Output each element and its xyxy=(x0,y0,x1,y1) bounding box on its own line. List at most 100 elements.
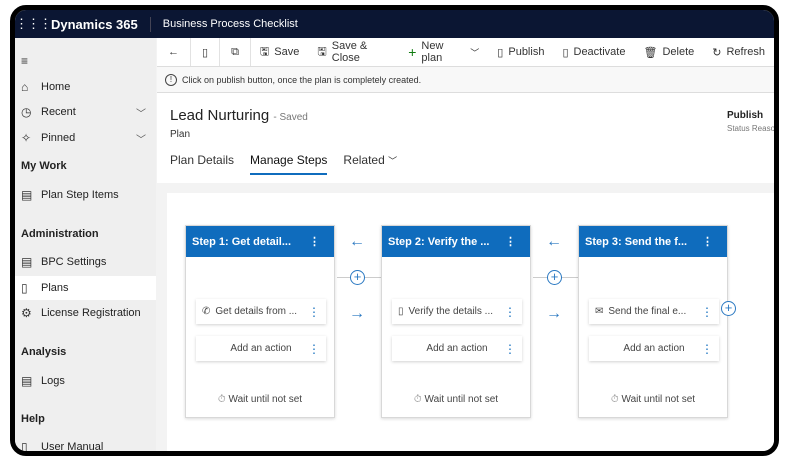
notification-text: Click on publish button, once the plan i… xyxy=(182,74,422,85)
section-analysis: Analysis xyxy=(21,346,67,358)
chevron-down-icon[interactable]: ﹀ xyxy=(136,131,146,146)
add-step-plus-icon[interactable]: + xyxy=(350,270,365,285)
tab-manage-steps[interactable]: Manage Steps xyxy=(250,153,328,175)
publish-button[interactable]: ▯ Publish xyxy=(488,38,553,66)
more-options-icon[interactable]: ⋮ xyxy=(308,305,320,319)
step-title: Step 1: Get detail... xyxy=(192,235,292,248)
book-icon: ▯ xyxy=(21,440,28,454)
tab-related[interactable]: Related ﹀ xyxy=(343,153,397,175)
document-icon: ▯ xyxy=(398,306,404,317)
add-action-button[interactable]: Add an action ⋮ xyxy=(589,336,719,361)
document-icon: ▯ xyxy=(21,281,28,295)
save-icon: 🖫 xyxy=(259,45,270,58)
phone-icon: ✆ xyxy=(202,306,211,317)
plus-icon: + xyxy=(408,44,417,60)
sidebar-item-plans[interactable]: ▯ Plans xyxy=(15,276,156,300)
new-plan-button[interactable]: + New plan ﹀ xyxy=(399,38,488,66)
action-item[interactable]: ✉ Send the final e... ⋮ xyxy=(589,299,719,324)
refresh-button[interactable]: ↻ Refresh xyxy=(703,38,774,66)
clock-icon: ◷ xyxy=(21,105,32,119)
move-right-arrow-icon[interactable]: → xyxy=(546,305,562,323)
sidebar-item-license-registration[interactable]: ⚙ License Registration xyxy=(15,301,156,325)
section-my-work: My Work xyxy=(21,160,67,172)
sidebar-item-user-manual[interactable]: ▯ User Manual xyxy=(15,435,156,454)
sidebar-item-home[interactable]: ⌂ Home xyxy=(15,75,156,99)
sidebar-item-bpc-settings[interactable]: ▤ BPC Settings xyxy=(15,250,156,274)
clock-icon: ⏱ xyxy=(610,394,619,405)
step-card[interactable]: Step 2: Verify the ... ⋮ ▯ Verify the deta… xyxy=(381,225,531,418)
clock-icon: ⏱ xyxy=(413,394,422,405)
save-status: - Saved xyxy=(273,112,308,123)
sidebar: ≡ ⌂ Home ◷ Recent ﹀ ✧ Pinned ﹀ My Work ▤ Plan … xyxy=(15,38,156,451)
clock-icon: ⏱ xyxy=(217,394,226,405)
deactivate-icon: ▯ xyxy=(562,46,569,59)
sidebar-item-plan-step-items[interactable]: ▤ Plan Step Items xyxy=(15,183,156,207)
more-options-icon[interactable]: ⋮ xyxy=(309,235,320,248)
step-card[interactable]: Step 1: Get detail... ⋮ ✆ Get details from… xyxy=(185,225,335,418)
add-action-button[interactable]: Add an action ⋮ xyxy=(196,336,326,361)
more-options-icon[interactable]: ⋮ xyxy=(701,305,713,319)
move-left-arrow-icon[interactable]: ← xyxy=(546,233,562,251)
notification-bar: ! Click on publish button, once the plan… xyxy=(157,67,774,93)
more-options-icon[interactable]: ⋮ xyxy=(504,342,516,356)
app-name[interactable]: Business Process Checklist xyxy=(151,18,298,30)
step-card[interactable]: Step 3: Send the f... ⋮ ✉ Send the final e… xyxy=(578,225,728,418)
command-bar: ← ▯ ⧉ 🖫 Save 🖫 Save & Close + New plan ﹀ ▯ Pu… xyxy=(157,38,774,67)
back-button[interactable]: ← xyxy=(157,38,191,66)
record-icon-button[interactable]: ▯ xyxy=(191,38,221,66)
step-header[interactable]: Step 2: Verify the ... ⋮ xyxy=(382,226,530,257)
save-button[interactable]: 🖫 Save xyxy=(251,38,308,66)
action-item[interactable]: ▯ Verify the details ... ⋮ xyxy=(392,299,522,324)
sidebar-item-pinned[interactable]: ✧ Pinned ﹀ xyxy=(15,126,156,150)
section-help: Help xyxy=(21,413,45,425)
entity-name: Plan xyxy=(170,129,191,140)
wait-condition[interactable]: ⏱ Wait until not set xyxy=(186,394,334,405)
save-close-button[interactable]: 🖫 Save & Close xyxy=(308,38,399,66)
sidebar-item-recent[interactable]: ◷ Recent ﹀ xyxy=(15,100,156,124)
gear-icon: ⚙ xyxy=(21,306,32,320)
app-window: ⋮⋮⋮ Dynamics 365 Business Process Checkl… xyxy=(10,5,779,456)
step-title: Step 3: Send the f... xyxy=(585,235,688,248)
publish-icon: ▯ xyxy=(497,46,504,59)
status-label: Status Reason xyxy=(727,124,779,133)
more-options-icon[interactable]: ⋮ xyxy=(701,342,713,356)
sidebar-item-logs[interactable]: ▤ Logs xyxy=(15,369,156,393)
wait-condition[interactable]: ⏱ Wait until not set xyxy=(579,394,727,405)
more-options-icon[interactable]: ⋮ xyxy=(702,235,713,248)
more-options-icon[interactable]: ⋮ xyxy=(505,235,516,248)
add-step-plus-icon[interactable]: + xyxy=(547,270,562,285)
brand[interactable]: Dynamics 365 xyxy=(51,16,151,32)
chevron-down-icon: ﹀ xyxy=(388,156,398,166)
list-icon: ▤ xyxy=(21,188,33,202)
tab-list: Plan Details Manage Steps Related ﹀ xyxy=(170,153,397,175)
wait-condition[interactable]: ⏱ Wait until not set xyxy=(382,394,530,405)
mail-icon: ✉ xyxy=(595,306,604,317)
deactivate-button[interactable]: ▯ Deactivate xyxy=(553,38,634,66)
step-header[interactable]: Step 1: Get detail... ⋮ xyxy=(186,226,334,257)
add-step-plus-icon[interactable]: + xyxy=(721,301,736,316)
page-title: Lead Nurturing - Saved xyxy=(170,107,308,124)
app-launcher-icon[interactable]: ⋮⋮⋮ xyxy=(15,16,52,32)
info-icon: ! xyxy=(165,73,177,86)
move-left-arrow-icon[interactable]: ← xyxy=(349,233,365,251)
home-icon: ⌂ xyxy=(21,80,29,94)
section-administration: Administration xyxy=(21,228,99,240)
add-action-button[interactable]: Add an action ⋮ xyxy=(392,336,522,361)
save-close-icon: 🖫 xyxy=(317,45,327,58)
chevron-down-icon[interactable]: ﹀ xyxy=(470,46,479,59)
steps-canvas: Step 1: Get detail... ⋮ ✆ Get details from… xyxy=(167,193,774,451)
delete-button[interactable]: 🗑 Delete xyxy=(634,38,703,66)
more-options-icon[interactable]: ⋮ xyxy=(308,342,320,356)
hamburger-menu-icon[interactable]: ≡ xyxy=(15,49,156,73)
refresh-icon: ↻ xyxy=(712,46,722,59)
status-value: Publish xyxy=(727,110,764,121)
action-item[interactable]: ✆ Get details from ... ⋮ xyxy=(196,299,326,324)
step-header[interactable]: Step 3: Send the f... ⋮ xyxy=(579,226,727,257)
pin-icon: ✧ xyxy=(21,131,32,145)
move-right-arrow-icon[interactable]: → xyxy=(349,305,365,323)
open-new-window-button[interactable]: ⧉ xyxy=(220,38,251,66)
chevron-down-icon[interactable]: ﹀ xyxy=(136,105,146,120)
tab-plan-details[interactable]: Plan Details xyxy=(170,153,234,175)
record-header: Lead Nurturing - Saved Plan Publish Stat… xyxy=(157,93,774,183)
more-options-icon[interactable]: ⋮ xyxy=(504,305,516,319)
